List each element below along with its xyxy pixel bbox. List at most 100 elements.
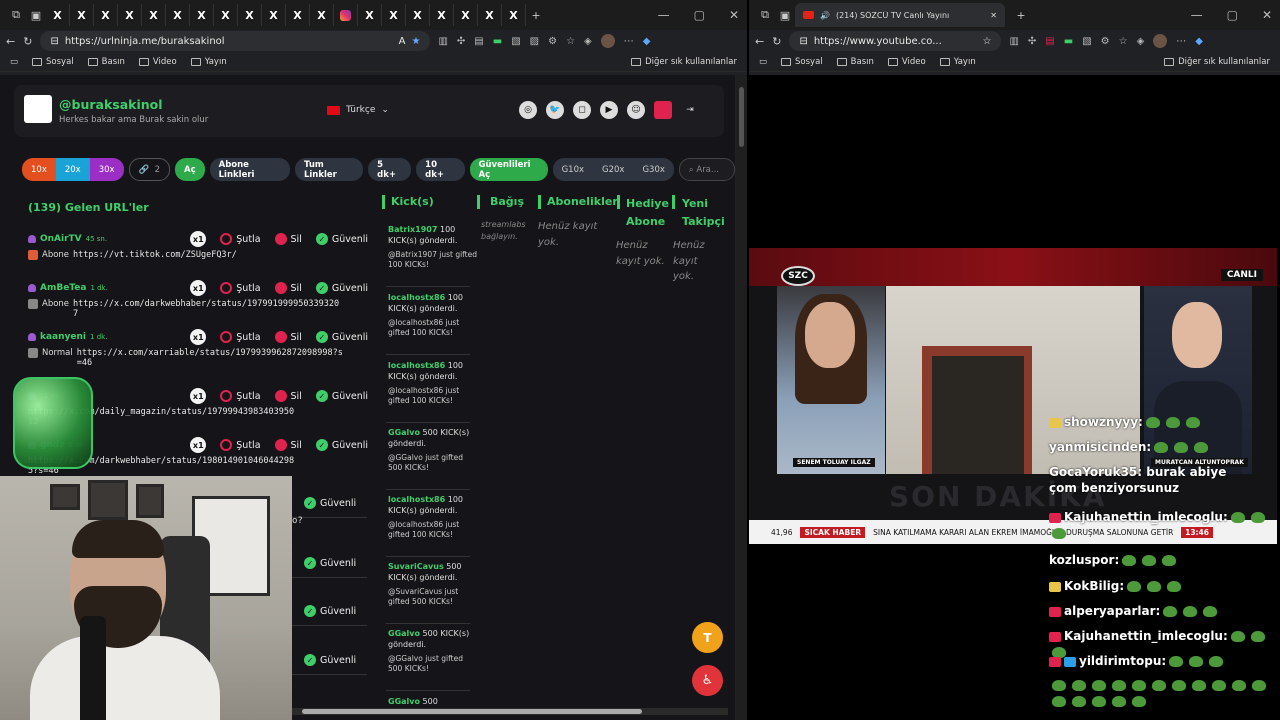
extension-icon[interactable]: ▤ [1045,36,1054,47]
url-link[interactable]: https://vt.tiktok.com/ZSUgeFQ3r/ [73,250,343,260]
kick-button[interactable]: Şutla [220,282,261,294]
bookmark-folder[interactable]: Sosyal [781,57,823,67]
safe-button[interactable]: ✓ Güvenli [304,497,356,509]
bookmark-folder[interactable]: Sosyal [32,57,74,67]
discord-icon[interactable]: ☺ [627,101,645,119]
t-action-button[interactable]: T [692,622,723,653]
submitter-name[interactable]: kaanyeni [40,332,86,342]
delete-button[interactable]: Sil [274,439,302,451]
submitter-name[interactable]: AmBeTea [40,283,86,293]
filter-20x[interactable]: 20x [55,158,90,181]
logout-icon[interactable]: ⇥ [681,101,699,119]
site-info-icon[interactable]: ⊟ [799,36,807,47]
search-input[interactable]: ⌕ Ara... [678,158,735,181]
favorite-star-icon[interactable]: ★ [411,36,420,47]
more-icon[interactable]: ⋯ [1176,36,1186,47]
tab-item[interactable]: X [478,4,502,26]
kick-user[interactable]: SuvariCavus [388,562,444,571]
tab-item[interactable]: X [190,4,214,26]
shield-icon[interactable]: ◈ [584,36,592,47]
safe-button[interactable]: ✓ Güvenli [315,439,368,451]
tab-item[interactable]: X [358,4,382,26]
copilot-icon[interactable]: ◆ [643,36,651,47]
dribbble-icon[interactable]: ◎ [519,101,537,119]
extensions-icon[interactable]: ⚙ [548,36,557,47]
url-input[interactable]: ⊟ https://www.youtube.co... ☆ [789,31,1002,51]
tab-item[interactable]: X [46,4,70,26]
close-icon[interactable]: ✕ [1262,8,1272,22]
live-icon[interactable] [654,101,672,119]
kick-button[interactable]: Şutla [220,233,261,245]
horizontal-scrollbar[interactable] [292,708,728,715]
all-links-button[interactable]: Tum Linkler [294,158,364,181]
kick-user[interactable]: localhostx86 [388,293,445,302]
close-tab-icon[interactable]: ✕ [990,11,997,20]
safe-button[interactable]: ✓ Güvenli [304,654,356,666]
tab-item[interactable]: X [70,4,94,26]
scroll-thumb[interactable] [302,709,642,714]
safe-button[interactable]: ✓ Güvenli [315,390,368,402]
kick-user[interactable]: GGalvo [388,428,420,437]
audio-icon[interactable]: 🔊 [820,11,830,20]
reload-icon[interactable]: ↻ [772,35,781,48]
extension-icon[interactable]: ▬ [1064,36,1073,47]
tab-item[interactable]: X [142,4,166,26]
kick-user[interactable]: GGalvo [388,629,420,638]
new-tab-icon[interactable]: + [1011,5,1031,25]
extension-icon[interactable]: ▥ [438,36,447,47]
workspaces-icon[interactable]: ⧉ [755,5,775,25]
favorites-icon[interactable]: ☆ [566,36,575,47]
tab-item[interactable]: X [454,4,478,26]
url-input[interactable]: ⊟ https://urlninja.me/buraksakinol A ★ [40,31,431,51]
extension-icon[interactable]: ▤ [474,36,483,47]
tab-item[interactable]: X [310,4,334,26]
url-submitter[interactable]: AmBeTea 1 dk. [28,283,108,293]
delete-button[interactable]: Sil [274,282,302,294]
reload-icon[interactable]: ↻ [23,35,32,48]
delete-button[interactable]: Sil [274,331,302,343]
filter-g10x[interactable]: G10x [552,158,594,181]
submitter-name[interactable]: OnAirTV [40,234,82,244]
video-player[interactable]: SZC CANLI SENEM TOLUAY ILGAZ MURATCAN AL… [749,248,1277,544]
scroll-thumb[interactable] [739,87,744,147]
more-icon[interactable]: ⋯ [624,36,634,47]
back-icon[interactable]: ← [755,35,764,48]
kick-button[interactable]: Şutla [220,390,261,402]
instagram-icon[interactable]: ◻ [573,101,591,119]
extension-icon[interactable]: ✣ [1028,36,1036,47]
extension-icon[interactable]: ▧ [1082,36,1091,47]
link-count-button[interactable]: 🔗 2 [128,158,170,181]
tab-item[interactable]: X [430,4,454,26]
favorite-star-icon[interactable]: ☆ [982,36,991,47]
kick-user[interactable]: localhostx86 [388,495,445,504]
read-aloud-icon[interactable]: A [399,36,406,47]
kick-button[interactable]: Şutla [220,439,261,451]
extension-icon[interactable]: ▧ [511,36,520,47]
tab-item[interactable]: X [118,4,142,26]
tab-youtube[interactable]: 🔊 (214) SÖZCÜ TV Canlı Yayını ✕ [795,3,1005,27]
copilot-icon[interactable]: ◆ [1195,36,1203,47]
delete-button[interactable]: Sil [274,390,302,402]
safe-button[interactable]: ✓ Güvenli [315,233,368,245]
delete-button[interactable]: Sil [274,233,302,245]
shield-icon[interactable]: ◈ [1137,36,1145,47]
filter-10x[interactable]: 10x [22,158,56,181]
site-logo[interactable] [24,95,52,123]
bookmark-folder[interactable]: Yayın [190,57,227,67]
safe-button[interactable]: ✓ Güvenli [304,557,356,569]
tab-actions-icon[interactable]: ▣ [775,5,795,25]
restore-icon[interactable]: ▢ [694,8,705,22]
bookmark-folder[interactable]: Basın [87,57,125,67]
tab-item[interactable]: X [262,4,286,26]
tab-item[interactable]: X [382,4,406,26]
profile-avatar[interactable] [1153,34,1168,48]
other-bookmarks[interactable]: Diğer sık kullanılanlar [631,57,737,67]
kick-button[interactable]: Şutla [220,331,261,343]
close-icon[interactable]: ✕ [729,8,739,22]
tab-actions-icon[interactable]: ▣ [26,5,46,25]
bookmark-folder[interactable]: Yayın [939,57,976,67]
profile-handle[interactable]: @buraksakinol [59,97,163,112]
vertical-scrollbar[interactable] [736,75,747,720]
tab-item[interactable]: X [214,4,238,26]
workspaces-icon[interactable]: ⧉ [6,5,26,25]
